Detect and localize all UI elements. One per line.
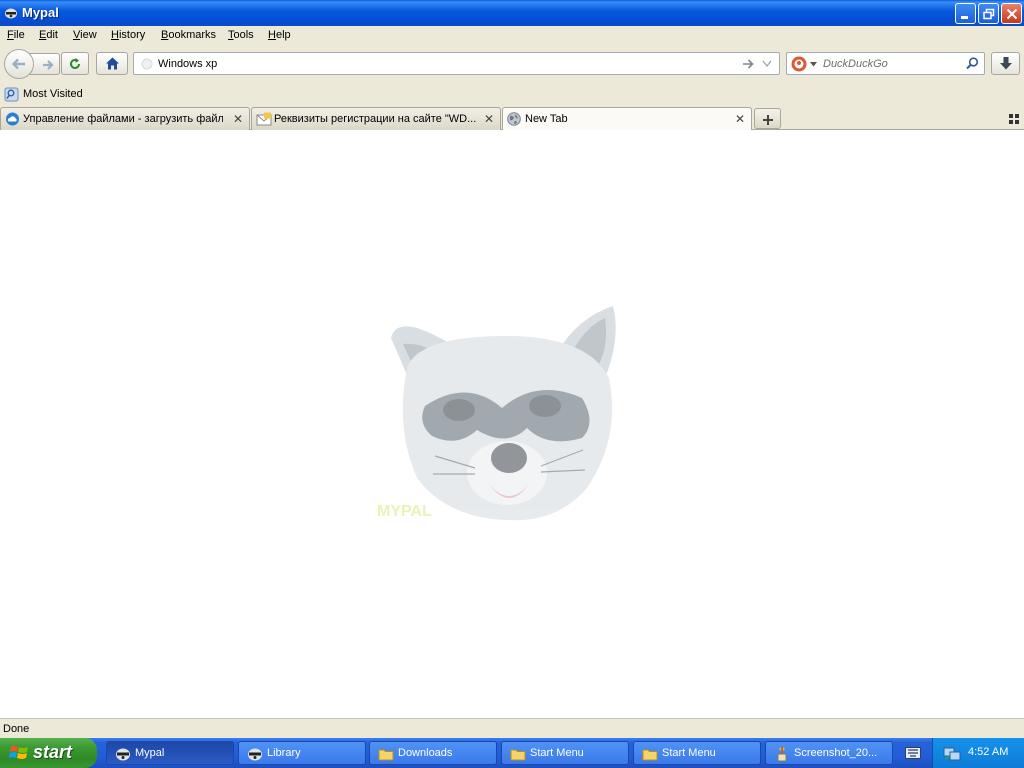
taskbar-item-library[interactable]: Library: [238, 741, 366, 765]
mypal-raccoon-logo: MYPAL: [377, 306, 616, 521]
window-title: Mypal: [22, 5, 59, 20]
menu-edit[interactable]: Edit: [39, 29, 58, 41]
back-button[interactable]: [4, 49, 34, 79]
home-icon: [106, 57, 119, 70]
mail-icon: [256, 112, 272, 126]
task-label: Screenshot_20...: [794, 747, 878, 759]
task-label: Library: [267, 747, 301, 759]
tab-close-icon[interactable]: ✕: [484, 112, 494, 126]
paintbrush-icon: [777, 747, 787, 762]
task-label: Start Menu: [530, 747, 584, 759]
page-identity-icon: [141, 58, 153, 70]
back-arrow-icon: [11, 58, 25, 70]
home-button[interactable]: [96, 52, 128, 75]
tab-new-tab[interactable]: New Tab ✕: [502, 107, 752, 131]
tab-registration[interactable]: Реквизиты регистрации на сайте "WD... ✕: [251, 107, 501, 130]
minimize-button[interactable]: [955, 3, 976, 24]
tab-label: Реквизиты регистрации на сайте "WD...: [274, 113, 477, 125]
go-arrow-icon[interactable]: [742, 58, 755, 70]
task-label: Mypal: [135, 747, 165, 759]
tab-label: New Tab: [525, 113, 568, 125]
taskbar-item-downloads[interactable]: Downloads: [369, 741, 497, 765]
taskbar-item-screenshot[interactable]: Screenshot_20...: [765, 741, 893, 765]
network-connection-icon[interactable]: [943, 744, 961, 762]
taskbar: start Mypal Library Downloads Start Menu…: [0, 738, 1024, 768]
windows-logo-icon: [9, 746, 28, 759]
taskbar-item-mypal[interactable]: Mypal: [106, 741, 234, 765]
tab-file-manager[interactable]: Управление файлами - загрузить файл ✕: [0, 107, 250, 130]
menu-help[interactable]: Help: [268, 29, 291, 41]
folder-icon: [510, 749, 526, 761]
task-label: Downloads: [398, 747, 453, 759]
navigation-toolbar: [0, 46, 1024, 84]
reload-button[interactable]: [61, 52, 89, 75]
search-bar[interactable]: [786, 52, 985, 75]
folder-icon: [642, 749, 658, 761]
minimize-icon: [961, 16, 968, 19]
restore-icon: [983, 8, 995, 20]
tab-label: Управление файлами - загрузить файл: [23, 113, 223, 125]
cloud-icon: [6, 112, 19, 126]
forward-arrow-icon: [43, 60, 54, 70]
folder-icon: [378, 749, 394, 761]
raccoon-icon: [5, 8, 17, 19]
status-bar: Done: [0, 718, 1024, 738]
taskbar-item-start-menu-1[interactable]: Start Menu: [501, 741, 629, 765]
close-button[interactable]: [1001, 3, 1022, 24]
tab-close-icon[interactable]: ✕: [735, 112, 745, 126]
engine-dropdown-icon[interactable]: [810, 62, 817, 67]
menu-view[interactable]: View: [73, 29, 97, 41]
search-icon[interactable]: [966, 57, 979, 70]
start-label: start: [33, 742, 73, 762]
download-icon: [1000, 57, 1012, 70]
url-bar[interactable]: [133, 52, 780, 75]
page-content: MYPAL: [0, 130, 1024, 718]
logo-text: MYPAL: [377, 503, 432, 520]
task-label: Start Menu: [662, 747, 716, 759]
raccoon-icon: [116, 748, 130, 761]
keyboard-language-icon[interactable]: [905, 747, 921, 759]
search-input[interactable]: [823, 56, 963, 71]
menu-bookmarks[interactable]: Bookmarks: [161, 29, 216, 41]
restore-button[interactable]: [978, 3, 999, 24]
close-icon: [1006, 8, 1018, 20]
most-visited-label: Most Visited: [23, 88, 83, 100]
reload-icon: [70, 58, 80, 69]
new-tab-button[interactable]: [754, 108, 781, 129]
menu-tools[interactable]: Tools: [228, 29, 254, 41]
duckduckgo-icon[interactable]: [791, 56, 807, 72]
plus-icon: [763, 115, 773, 125]
tab-groups-icon[interactable]: [1009, 114, 1019, 124]
tab-close-icon[interactable]: ✕: [233, 112, 243, 126]
globe-icon: [507, 112, 521, 126]
back-forward-group: [4, 49, 60, 79]
start-button[interactable]: start: [0, 738, 97, 768]
taskbar-item-start-menu-2[interactable]: Start Menu: [633, 741, 761, 765]
raccoon-icon: [248, 748, 262, 761]
status-text: Done: [3, 723, 30, 735]
bookmarks-toolbar: Most Visited: [0, 84, 1024, 106]
system-clock[interactable]: 4:52 AM: [968, 746, 1008, 758]
window-titlebar[interactable]: Mypal: [0, 0, 1024, 26]
menu-history[interactable]: History: [111, 29, 145, 41]
url-input[interactable]: [158, 56, 718, 71]
bookmark-most-visited[interactable]: Most Visited: [0, 84, 90, 106]
tab-strip: Управление файлами - загрузить файл ✕ Ре…: [0, 106, 1024, 131]
menu-bar: File Edit View History Bookmarks Tools H…: [0, 26, 1024, 46]
bookmark-folder-icon: [4, 87, 19, 102]
menu-file[interactable]: File: [7, 29, 25, 41]
downloads-button[interactable]: [991, 52, 1020, 75]
url-dropdown-icon[interactable]: [762, 60, 772, 68]
system-tray: 4:52 AM: [932, 738, 1024, 768]
